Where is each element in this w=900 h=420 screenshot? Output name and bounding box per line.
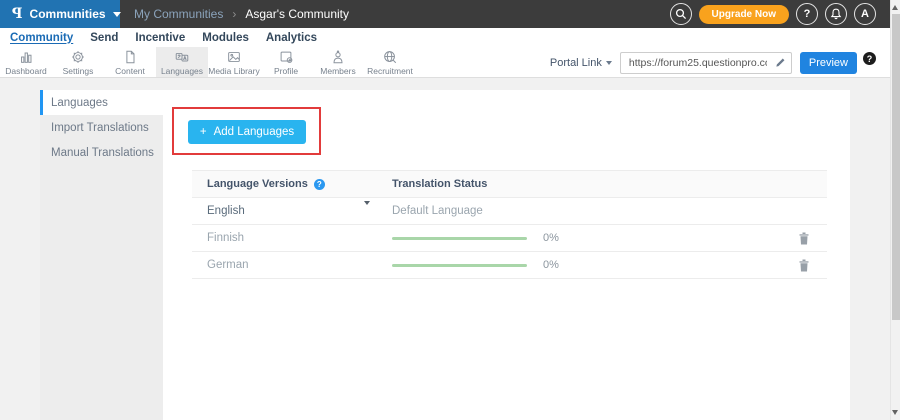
add-languages-button[interactable]: + Add Languages: [188, 120, 306, 144]
person-icon: [330, 49, 346, 65]
portal-url-wrap: [620, 52, 792, 74]
sidebar-item-import-translations[interactable]: Import Translations: [40, 115, 163, 140]
avatar[interactable]: A: [854, 3, 876, 25]
bell-icon: [830, 8, 842, 20]
content-area: Languages Import Translations Manual Tra…: [0, 78, 890, 420]
table-row-german: German 0%: [192, 252, 827, 279]
pencil-icon: [775, 57, 786, 68]
sidebar-item-manual-translations[interactable]: Manual Translations: [40, 140, 163, 165]
app-window: P Communities My Communities › Asgar's C…: [0, 0, 900, 420]
id-card-icon: [278, 49, 294, 65]
language-name: German: [207, 259, 249, 271]
trash-icon: [798, 232, 810, 245]
breadcrumb: My Communities › Asgar's Community: [134, 7, 349, 21]
table-row-english: English Default Language: [192, 198, 827, 225]
scroll-up-arrow-icon[interactable]: [892, 5, 898, 10]
breadcrumb-current-community: Asgar's Community: [245, 7, 349, 21]
language-versions-help-icon[interactable]: ?: [314, 179, 325, 190]
nav-community[interactable]: Community: [10, 32, 73, 44]
help-button[interactable]: ?: [796, 3, 818, 25]
scroll-down-arrow-icon[interactable]: [892, 410, 898, 415]
languages-panel: + Add Languages Language Versions ? Tran…: [163, 90, 850, 420]
trash-icon: [798, 259, 810, 272]
translation-progress-bar: [392, 237, 527, 240]
nav-send[interactable]: Send: [90, 32, 118, 44]
nav-modules[interactable]: Modules: [202, 32, 249, 44]
scrollbar-thumb[interactable]: [892, 14, 900, 320]
plus-icon: +: [200, 126, 207, 138]
breadcrumb-separator: ›: [232, 7, 236, 21]
vertical-scrollbar[interactable]: [890, 0, 900, 420]
top-header: P Communities My Communities › Asgar's C…: [0, 0, 900, 28]
communities-product-menu[interactable]: P Communities: [0, 0, 120, 28]
tab-dashboard[interactable]: Dashboard: [0, 47, 52, 77]
progress-percent: 0%: [543, 259, 559, 271]
chevron-down-icon: [113, 12, 121, 17]
column-translation-status: Translation Status: [392, 178, 487, 190]
column-language-versions: Language Versions: [207, 178, 308, 190]
main-nav: Community Send Incentive Modules Analyti…: [0, 28, 900, 47]
breadcrumb-my-communities[interactable]: My Communities: [134, 7, 223, 21]
languages-table: Language Versions ? Translation Status E…: [192, 170, 827, 279]
translation-progress-bar: [392, 264, 527, 267]
delete-language-button[interactable]: [798, 259, 810, 272]
chevron-down-icon: [364, 201, 370, 217]
tab-settings[interactable]: Settings: [52, 47, 104, 77]
header-actions: Upgrade Now ? A: [670, 3, 900, 25]
image-icon: [226, 49, 242, 65]
progress-percent: 0%: [543, 232, 559, 244]
translate-icon: [174, 49, 190, 65]
default-language-dropdown[interactable]: [364, 205, 370, 217]
settings-sidebar: Languages Import Translations Manual Tra…: [40, 90, 163, 420]
delete-language-button[interactable]: [798, 232, 810, 245]
search-button[interactable]: [670, 3, 692, 25]
portal-help-button[interactable]: ?: [863, 52, 876, 65]
tab-members[interactable]: Members: [312, 47, 364, 77]
tab-content[interactable]: Content: [104, 47, 156, 77]
questionpro-logo: P: [12, 6, 23, 22]
default-language-label: Default Language: [392, 205, 483, 217]
nav-analytics[interactable]: Analytics: [266, 32, 317, 44]
nav-incentive[interactable]: Incentive: [135, 32, 185, 44]
table-row-finnish: Finnish 0%: [192, 225, 827, 252]
product-name: Communities: [30, 7, 106, 21]
preview-button[interactable]: Preview: [800, 52, 857, 74]
portal-link-area: Portal Link Preview ?: [550, 47, 876, 78]
chevron-down-icon: [606, 61, 612, 65]
portal-url-input[interactable]: [621, 57, 771, 69]
globe-search-icon: [382, 49, 398, 65]
tab-recruitment[interactable]: Recruitment: [364, 47, 416, 77]
table-header-row: Language Versions ? Translation Status: [192, 171, 827, 198]
search-icon: [675, 8, 687, 20]
notifications-button[interactable]: [825, 3, 847, 25]
tab-languages[interactable]: Languages: [156, 47, 208, 77]
tab-media-library[interactable]: Media Library: [208, 47, 260, 77]
edit-portal-url-button[interactable]: [771, 53, 791, 73]
language-name: Finnish: [207, 232, 244, 244]
tab-profile[interactable]: Profile: [260, 47, 312, 77]
bar-chart-icon: [18, 49, 34, 65]
sidebar-item-languages[interactable]: Languages: [40, 90, 163, 115]
portal-link-dropdown[interactable]: Portal Link: [550, 57, 612, 69]
document-icon: [122, 49, 138, 65]
gear-icon: [70, 49, 86, 65]
language-name: English: [207, 205, 245, 217]
section-toolbar: Dashboard Settings Content: [0, 47, 900, 78]
upgrade-now-button[interactable]: Upgrade Now: [699, 5, 789, 24]
